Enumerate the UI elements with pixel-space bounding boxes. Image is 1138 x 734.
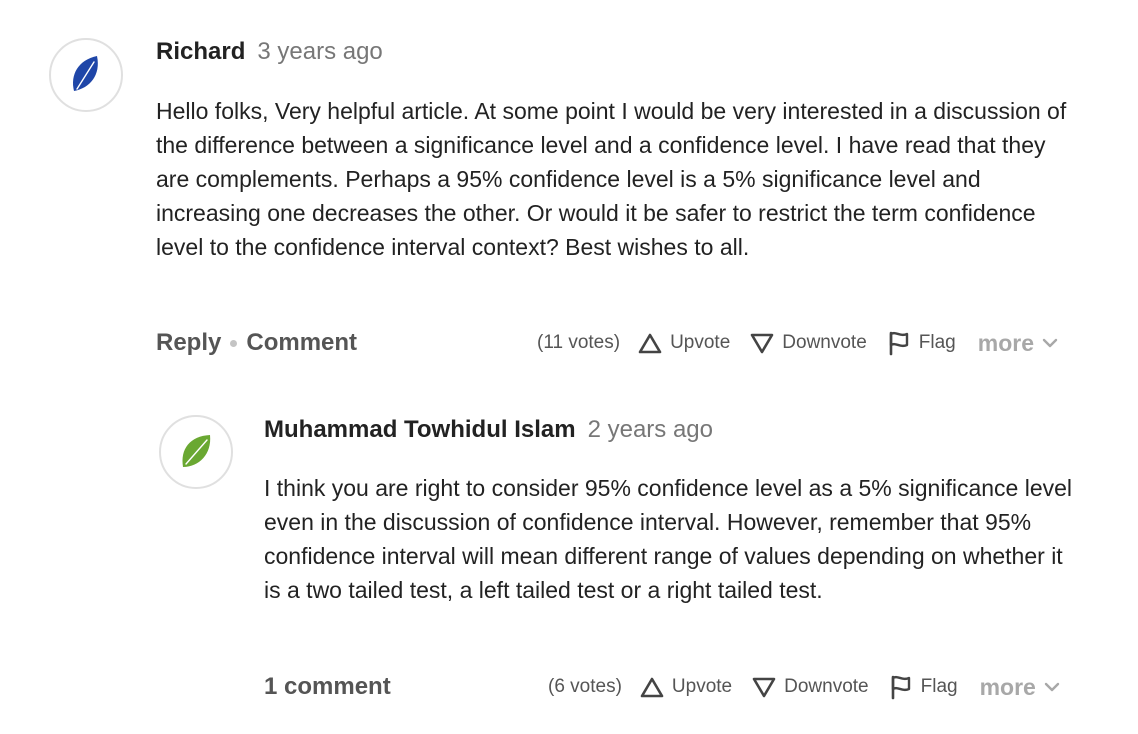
avatar[interactable] bbox=[49, 38, 123, 112]
flag-icon bbox=[891, 675, 910, 700]
more-label: more bbox=[979, 673, 1036, 700]
author-name[interactable]: Richard bbox=[156, 38, 245, 66]
comment-actions: Reply Comment bbox=[156, 327, 357, 359]
triangle-down-icon bbox=[752, 677, 776, 698]
downvote-label: Downvote bbox=[784, 676, 869, 697]
comment-timestamp[interactable]: 2 years ago bbox=[588, 416, 713, 444]
flag-label: Flag bbox=[920, 676, 958, 697]
comment-timestamp[interactable]: 3 years ago bbox=[257, 38, 382, 66]
comment-header: Richard 3 years ago bbox=[156, 38, 383, 66]
comments-count-button[interactable]: 1 comment bbox=[264, 673, 391, 701]
flag-button[interactable]: Flag bbox=[889, 674, 958, 700]
avatar[interactable] bbox=[159, 415, 233, 489]
vote-bar: (6 votes) Upvote Downvote Flag more bbox=[548, 671, 1060, 703]
comment-body: I think you are right to consider 95% co… bbox=[264, 475, 1073, 603]
triangle-up-icon bbox=[640, 677, 664, 698]
downvote-button[interactable]: Downvote bbox=[750, 332, 867, 354]
comment-muhammad: Muhammad Towhidul Islam 2 years ago I th… bbox=[0, 380, 1138, 734]
comment-header: Muhammad Towhidul Islam 2 years ago bbox=[264, 416, 713, 444]
downvote-label: Downvote bbox=[782, 332, 867, 353]
vote-bar: (11 votes) Upvote Downvote Flag more bbox=[537, 327, 1058, 359]
vote-count: (11 votes) bbox=[537, 332, 621, 353]
more-label: more bbox=[977, 329, 1034, 356]
comment-richard: Richard 3 years ago Hello folks, Very he… bbox=[0, 0, 1138, 380]
separator-dot bbox=[230, 339, 238, 347]
leaf-icon bbox=[72, 56, 98, 91]
comment-actions: 1 comment bbox=[264, 671, 391, 703]
chevron-down-icon bbox=[1042, 338, 1058, 348]
more-button[interactable]: more bbox=[978, 330, 1058, 357]
comment-button[interactable]: Comment bbox=[246, 329, 357, 357]
flag-label: Flag bbox=[918, 332, 956, 353]
triangle-down-icon bbox=[750, 333, 774, 354]
comment-body: Hello folks, Very helpful article. At so… bbox=[156, 98, 1067, 260]
upvote-label: Upvote bbox=[671, 676, 733, 697]
flag-icon bbox=[889, 331, 908, 356]
reply-button[interactable]: Reply bbox=[156, 329, 221, 357]
triangle-up-icon bbox=[638, 333, 662, 354]
downvote-button[interactable]: Downvote bbox=[752, 676, 869, 698]
flag-button[interactable]: Flag bbox=[887, 330, 956, 356]
chevron-down-icon bbox=[1044, 682, 1060, 692]
more-button[interactable]: more bbox=[980, 674, 1060, 701]
vote-count: (6 votes) bbox=[548, 676, 622, 697]
upvote-label: Upvote bbox=[670, 332, 731, 353]
author-name[interactable]: Muhammad Towhidul Islam bbox=[264, 416, 576, 444]
leaf-icon bbox=[182, 435, 211, 467]
upvote-button[interactable]: Upvote bbox=[640, 676, 732, 698]
upvote-button[interactable]: Upvote bbox=[638, 332, 730, 354]
